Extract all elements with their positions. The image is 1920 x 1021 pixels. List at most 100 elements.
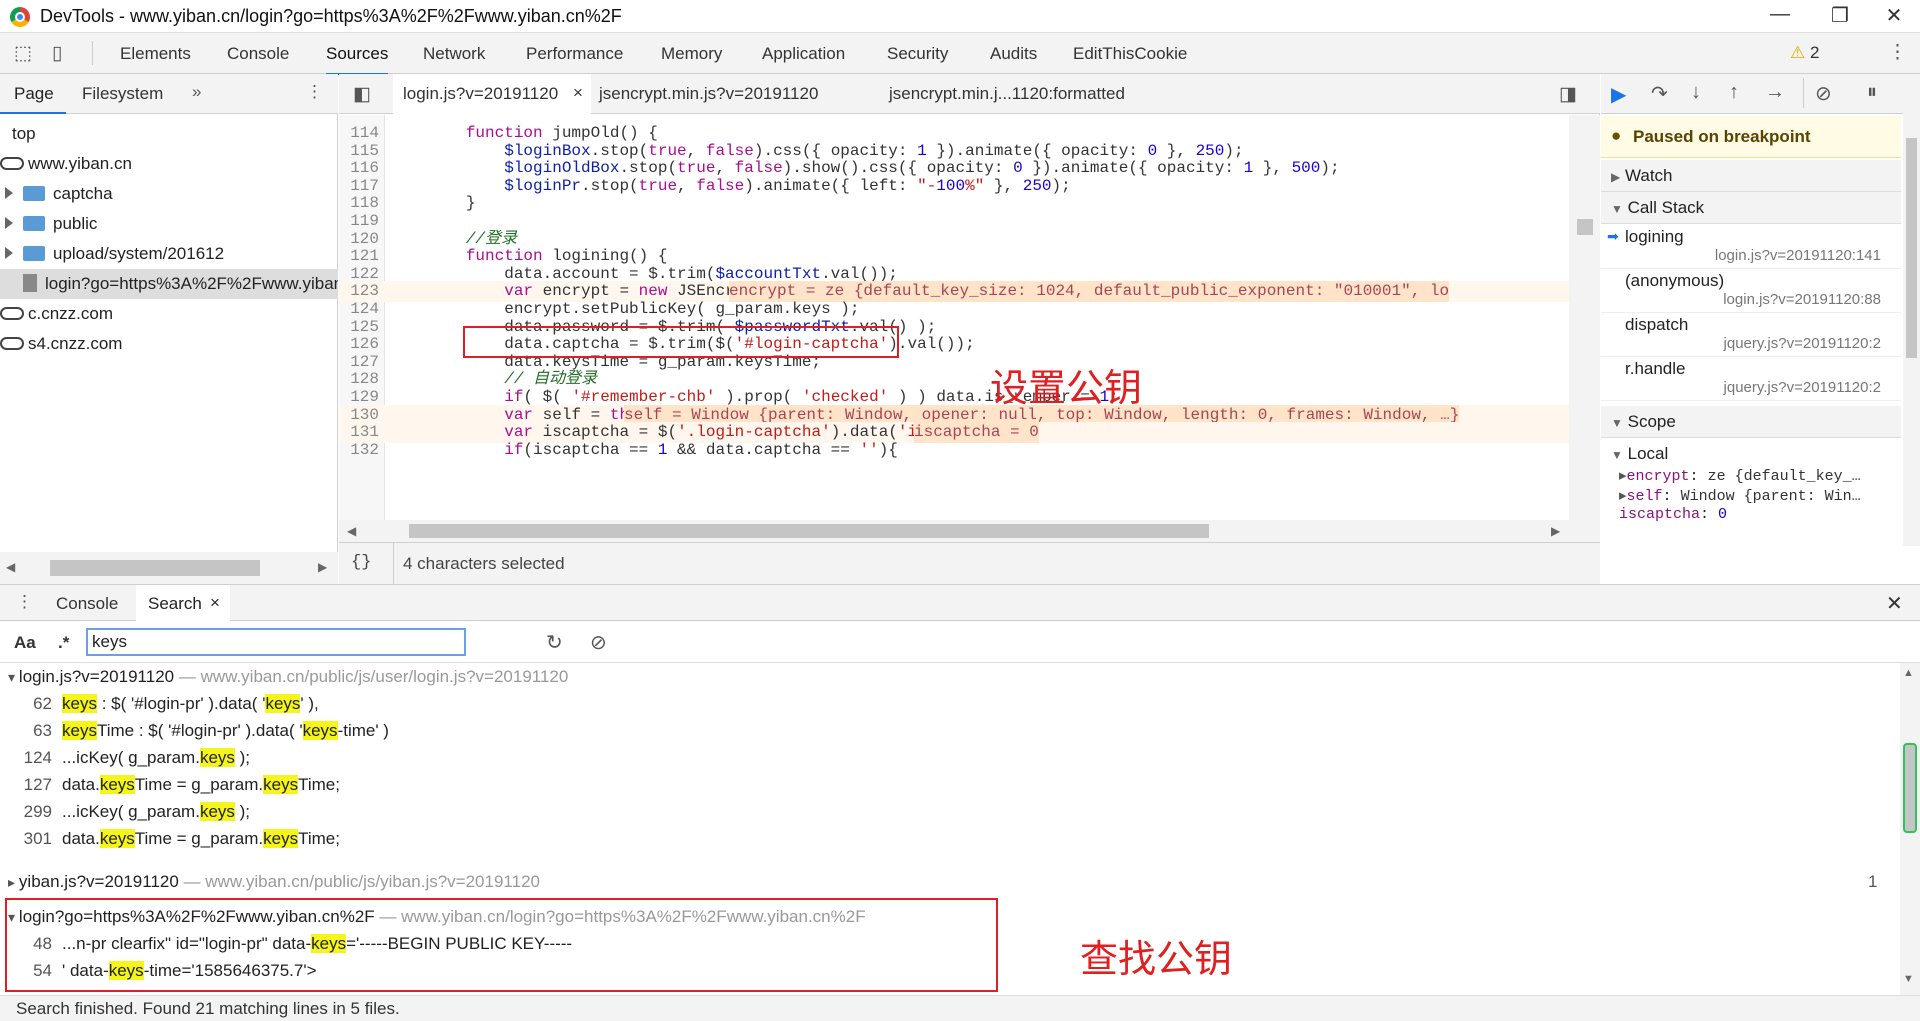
navigator-menu-icon[interactable]: ⋮ — [306, 82, 323, 102]
scroll-right-icon[interactable]: ▶ — [318, 560, 327, 574]
tab-audits[interactable]: Audits — [990, 44, 1037, 64]
step-icon[interactable]: → — [1765, 81, 1785, 104]
scroll-up-icon[interactable]: ▲ — [1903, 667, 1914, 679]
maximize-icon[interactable]: ❐ — [1820, 3, 1860, 28]
scope-variable[interactable]: iscaptcha: 0 — [1619, 506, 1727, 523]
tab-console[interactable]: Console — [227, 44, 289, 64]
scope-variable[interactable]: ▸self: Window {parent: Win… — [1619, 486, 1861, 505]
minimize-icon[interactable]: — — [1760, 3, 1800, 26]
call-frame[interactable]: r.handle jquery.js?v=20191120:2 — [1601, 357, 1901, 401]
result-file-header[interactable]: ▸ yiban.js?v=20191120 — www.yiban.cn/pub… — [8, 872, 540, 892]
step-into-icon[interactable]: ↓ — [1691, 81, 1701, 104]
scope-variable[interactable]: ▸encrypt: ze {default_key_… — [1619, 466, 1861, 485]
expand-arrow-icon[interactable] — [5, 187, 13, 199]
close-window-icon[interactable]: ✕ — [1874, 3, 1914, 28]
tree-item-folder[interactable]: captcha — [0, 179, 338, 209]
scrollbar-thumb[interactable] — [1906, 138, 1917, 358]
search-input[interactable] — [86, 628, 466, 656]
tab-sources[interactable]: Sources — [326, 44, 389, 75]
inspect-element-icon[interactable]: ⬚ — [14, 42, 32, 65]
debugger-scrollbar[interactable] — [1903, 98, 1920, 546]
scroll-left-icon[interactable]: ◀ — [347, 524, 356, 538]
tree-item-domain[interactable]: www.yiban.cn — [0, 149, 338, 179]
tab-performance[interactable]: Performance — [526, 44, 623, 64]
section-call-stack[interactable]: ▼ Call Stack — [1601, 192, 1901, 224]
tab-page[interactable]: Page — [14, 84, 54, 104]
result-file-header[interactable]: ▾ login.js?v=20191120 — www.yiban.cn/pub… — [8, 667, 568, 687]
tab-memory[interactable]: Memory — [661, 44, 722, 64]
scroll-down-icon[interactable]: ▼ — [1903, 973, 1914, 985]
tree-item-label: login?go=https%3A%2F%2Fwww.yiban — [45, 274, 338, 293]
step-over-icon[interactable]: ↷ — [1651, 81, 1668, 106]
tab-application[interactable]: Application — [762, 44, 845, 64]
result-line[interactable]: 301 data.keysTime = g_param.keysTime; — [10, 829, 340, 849]
expand-arrow-icon[interactable] — [5, 247, 13, 259]
resume-icon[interactable]: ▶ — [1611, 82, 1626, 107]
regex-toggle[interactable]: .* — [58, 633, 69, 653]
tree-item-folder[interactable]: upload/system/201612 — [0, 239, 338, 269]
more-tabs-icon[interactable]: » — [192, 82, 201, 102]
expand-arrow-icon[interactable]: ▾ — [8, 669, 19, 685]
vertical-scrollbar[interactable] — [1569, 115, 1600, 520]
refresh-icon[interactable]: ↻ — [546, 630, 563, 655]
tab-filesystem[interactable]: Filesystem — [82, 84, 163, 104]
tab-editthiscookie[interactable]: EditThisCookie — [1073, 44, 1187, 64]
close-tab-icon[interactable]: × — [210, 593, 220, 613]
result-text: Time : $( '#login-pr' ).data( ' — [96, 721, 303, 740]
result-line[interactable]: 299 ...icKey( g_param.keys ); — [10, 802, 250, 822]
expand-icon[interactable]: ▸ — [1619, 468, 1627, 485]
tab-elements[interactable]: Elements — [120, 44, 191, 64]
drawer-menu-icon[interactable]: ⋮ — [16, 592, 33, 612]
tree-item-frame[interactable]: top — [0, 119, 338, 149]
toggle-debugger-icon[interactable]: ◨ — [1559, 83, 1577, 106]
tab-search[interactable]: Search × — [136, 585, 230, 621]
pause-on-exceptions-icon[interactable]: ⏸ — [1867, 81, 1877, 104]
call-frame[interactable]: dispatch jquery.js?v=20191120:2 — [1601, 313, 1901, 357]
editor-horizontal-scrollbar[interactable]: ◀ ▶ — [339, 520, 1600, 542]
scroll-left-icon[interactable]: ◀ — [6, 560, 15, 574]
result-line[interactable]: 124 ...icKey( g_param.keys ); — [10, 748, 250, 768]
device-toolbar-icon[interactable]: ▯ — [52, 42, 62, 65]
line-number[interactable]: 132 — [339, 440, 379, 461]
tab-security[interactable]: Security — [887, 44, 948, 64]
tree-item-folder[interactable]: public — [0, 209, 338, 239]
section-watch[interactable]: ▶ Watch — [1601, 160, 1901, 192]
scroll-right-icon[interactable]: ▶ — [1551, 524, 1560, 538]
tab-jsencrypt-formatted[interactable]: jsencrypt.min.j...1120:formatted — [889, 84, 1125, 104]
tab-login-js[interactable]: login.js?v=20191120 × — [393, 74, 591, 114]
scrollbar-thumb[interactable] — [50, 560, 260, 576]
tab-console[interactable]: Console — [56, 594, 118, 614]
call-frame[interactable]: (anonymous) login.js?v=20191120:88 — [1601, 269, 1901, 313]
step-out-icon[interactable]: ↑ — [1729, 81, 1739, 104]
expand-icon[interactable]: ▸ — [1619, 488, 1627, 505]
clear-icon[interactable]: ⊘ — [590, 630, 607, 655]
scrollbar-thumb[interactable] — [1903, 743, 1917, 833]
tree-item-domain[interactable]: s4.cnzz.com — [0, 329, 338, 359]
scrollbar-thumb[interactable] — [409, 524, 1209, 538]
call-frame[interactable]: ➡ logining login.js?v=20191120:141 — [1601, 225, 1901, 269]
match-case-toggle[interactable]: Aa — [14, 633, 36, 653]
tab-network[interactable]: Network — [423, 44, 485, 64]
tab-jsencrypt[interactable]: jsencrypt.min.js?v=20191120 — [599, 84, 818, 104]
code-line[interactable]: 132 if(iscaptcha == 1 && data.captcha ==… — [339, 440, 1569, 461]
more-options-icon[interactable]: ⋮ — [1888, 41, 1907, 64]
tree-item-file[interactable]: login?go=https%3A%2F%2Fwww.yiban — [0, 269, 338, 299]
pretty-print-icon[interactable]: {} — [351, 553, 371, 572]
result-line[interactable]: 62 keys : $( '#login-pr' ).data( 'keys' )… — [10, 694, 319, 714]
code-area[interactable]: 114 function jumpOld() {115 $loginBox.st… — [339, 115, 1569, 520]
scrollbar-thumb[interactable] — [1577, 219, 1593, 235]
toggle-navigator-icon[interactable]: ◧ — [353, 83, 371, 106]
warning-badge[interactable]: ⚠ 2 — [1790, 43, 1819, 63]
expand-arrow-icon[interactable]: ▸ — [8, 874, 19, 890]
result-line[interactable]: 63 keysTime : $( '#login-pr' ).data( 'key… — [10, 721, 389, 741]
result-line[interactable]: 127 data.keysTime = g_param.keysTime; — [10, 775, 340, 795]
results-scrollbar[interactable]: ▲ ▼ — [1900, 663, 1920, 995]
horizontal-scrollbar[interactable]: ◀ ▶ — [0, 552, 338, 584]
close-tab-icon[interactable]: × — [573, 83, 583, 103]
scope-local[interactable]: ▼ Local — [1611, 444, 1668, 464]
section-scope[interactable]: ▼ Scope — [1601, 406, 1901, 438]
tree-item-domain[interactable]: c.cnzz.com — [0, 299, 338, 329]
deactivate-breakpoints-icon[interactable]: ⊘ — [1815, 81, 1832, 106]
expand-arrow-icon[interactable] — [5, 217, 13, 229]
close-drawer-icon[interactable]: ✕ — [1886, 591, 1903, 616]
